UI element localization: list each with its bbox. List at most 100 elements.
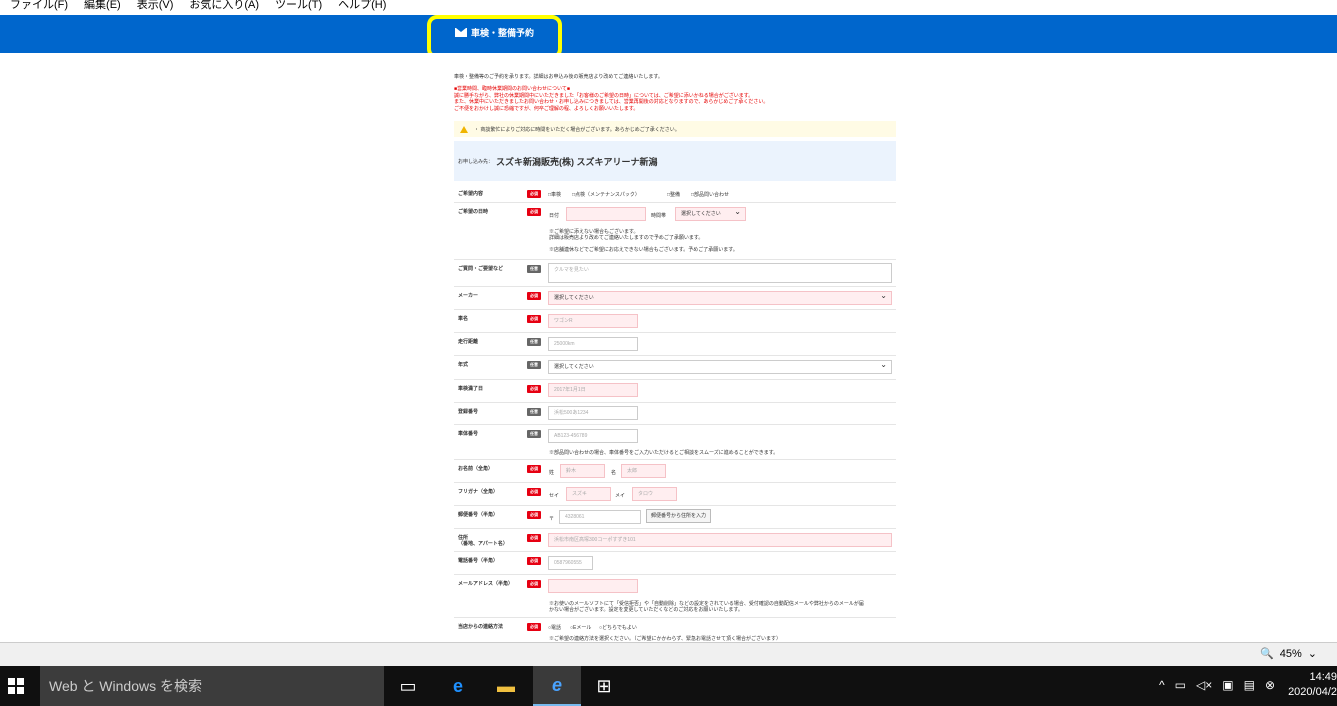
- menu-bar: ファイル(F) 編集(E) 表示(V) お気に入り(A) ツール(T) ヘルプ(…: [0, 0, 1337, 15]
- windows-start-icon[interactable]: [8, 678, 24, 694]
- label-carname: 車名: [458, 316, 469, 322]
- date-label: 日付: [549, 213, 560, 219]
- label-mileage: 走行距離: [458, 339, 479, 345]
- zip-lookup-button[interactable]: 郵便番号から住所を入力: [646, 509, 712, 523]
- label-question: ご質問・ご要望など: [458, 266, 504, 272]
- edge-icon[interactable]: e: [434, 666, 482, 706]
- row-carname: 車名 必須 ワゴンR: [454, 310, 896, 333]
- checkbox-tenken[interactable]: □点検（メンテナンスパック）: [572, 191, 640, 198]
- clock[interactable]: 14:49 2020/04/2: [1282, 670, 1337, 700]
- row-email: メールアドレス（半角） 必須 ※お使いのメールソフトにて「受信拒否」や「自動削除…: [454, 575, 896, 618]
- vin-note: ※部品問い合わせの場合、車体番号をご入力いただけるとご相談をスムーズに進めること…: [549, 450, 779, 456]
- row-contact: 当店からの連絡方法 必須 ○電話 ○Eメール ○どちらでもよい ※ご希望の連絡方…: [454, 618, 896, 642]
- header-title-link[interactable]: 車検・整備予約: [455, 26, 534, 39]
- required-badge: 必須: [527, 315, 541, 323]
- row-question: ご質問・ご要望など 任意 クルマを見たい: [454, 260, 896, 287]
- store-icon[interactable]: ⊞: [580, 666, 628, 706]
- menu-view[interactable]: 表示(V): [137, 0, 174, 15]
- menu-tools[interactable]: ツール(T): [275, 0, 322, 15]
- question-textarea[interactable]: クルマを見たい: [548, 263, 892, 283]
- mail-icon: [455, 28, 467, 37]
- address-input[interactable]: 浜松市南区高塚300コーポすずき101: [548, 533, 892, 547]
- row-vin: 車体番号 任意 AB123-456789 ※部品問い合わせの場合、車体番号をご入…: [454, 425, 896, 460]
- email-input[interactable]: [548, 579, 638, 593]
- label-datetime: ご希望の日時: [458, 209, 489, 215]
- warning-text: ・ 商談繁忙によりご対応に時間をいただく場合がございます。あらかじめご了承くださ…: [474, 126, 680, 133]
- label-content: ご希望内容: [458, 191, 484, 197]
- internet-explorer-icon[interactable]: e: [533, 666, 581, 706]
- label-year: 年式: [458, 362, 469, 368]
- label-zip: 郵便番号（半角）: [458, 512, 499, 518]
- taskbar-search[interactable]: Web と Windows を検索: [40, 666, 384, 706]
- notification-icon[interactable]: ▤: [1244, 678, 1255, 692]
- store-prefix: お申し込み先：: [458, 158, 494, 165]
- system-tray: ^ ▭ ◁× ▣ ▤ ⊗: [1159, 678, 1275, 692]
- label-email: メールアドレス（半角）: [458, 581, 514, 587]
- phone-input[interactable]: 0587960555: [548, 556, 593, 570]
- label-address: 住所 （番地、アパート名）: [458, 535, 508, 547]
- zip-mark: 〒: [549, 516, 555, 522]
- checkbox-seibi[interactable]: □整備: [667, 191, 680, 198]
- menu-edit[interactable]: 編集(E): [84, 0, 121, 15]
- required-badge: 必須: [527, 385, 541, 393]
- contact-note: ※ご希望の連絡方法を選択ください。（ご希望にかかわらず、緊急お電話させて頂く場合…: [549, 636, 782, 642]
- radio-phone[interactable]: ○電話: [548, 624, 561, 631]
- row-datetime: ご希望の日時 必須 日付 時間帯 選択してください ※ご希望に添えない場合もござ…: [454, 203, 896, 260]
- maker-select[interactable]: 選択してください: [548, 291, 892, 305]
- required-badge: 必須: [527, 208, 541, 216]
- menu-file[interactable]: ファイル(F): [10, 0, 68, 15]
- radio-email[interactable]: ○Eメール: [570, 624, 591, 631]
- required-badge: 必須: [527, 623, 541, 631]
- network-icon[interactable]: ▣: [1222, 678, 1233, 692]
- clock-date: 2020/04/2: [1288, 686, 1337, 698]
- menu-favorites[interactable]: お気に入り(A): [189, 0, 259, 15]
- required-badge: 必須: [527, 488, 541, 496]
- row-zip: 郵便番号（半角） 必須 〒 4328061 郵便番号から住所を入力: [454, 506, 896, 529]
- holiday-notice: ■営業時間、臨時休業期間のお問い合わせについて■ 誠に勝手ながら、弊社の休業期間…: [454, 86, 768, 112]
- row-address: 住所 （番地、アパート名） 必須 浜松市南区高塚300コーポすずき101: [454, 529, 896, 552]
- mileage-input[interactable]: 25000km: [548, 337, 638, 351]
- carname-input[interactable]: ワゴンR: [548, 314, 638, 328]
- page-title: 車検・整備予約: [471, 28, 535, 38]
- firstname-input[interactable]: 太郎: [621, 464, 666, 478]
- page-content: 車検・整備等のご予約を承ります。詳細はお申込み後の販売店より改めてご連絡いたしま…: [0, 53, 1337, 642]
- time-select[interactable]: 選択してください: [675, 207, 746, 221]
- lastname-input[interactable]: 鈴木: [560, 464, 605, 478]
- taskbar: Web と Windows を検索 ▭ e ▬ e ⊞ ^ ▭ ◁× ▣ ▤ ⊗…: [0, 666, 1337, 706]
- firstname-kana-input[interactable]: タロウ: [632, 487, 677, 501]
- close-circle-icon[interactable]: ⊗: [1265, 678, 1275, 692]
- speaker-muted-icon[interactable]: ◁×: [1196, 678, 1212, 692]
- chevron-up-icon[interactable]: ^: [1159, 678, 1165, 692]
- optional-badge: 任意: [527, 430, 541, 438]
- optional-badge: 任意: [527, 265, 541, 273]
- file-explorer-icon[interactable]: ▬: [482, 666, 530, 706]
- checkbox-shaken[interactable]: □車検: [548, 191, 561, 198]
- battery-icon[interactable]: ▭: [1175, 678, 1186, 692]
- required-badge: 必須: [527, 511, 541, 519]
- zoom-control[interactable]: 🔍 45% ⌄: [1260, 647, 1317, 661]
- date-input[interactable]: [566, 207, 646, 221]
- inspection-input[interactable]: 2017年1月1日: [548, 383, 638, 397]
- row-inspection: 車検満了日 必須 2017年1月1日: [454, 380, 896, 403]
- zip-input[interactable]: 4328061: [559, 510, 641, 524]
- radio-either[interactable]: ○どちらでもよい: [599, 624, 637, 631]
- plate-input[interactable]: 浜松500あ1234: [548, 406, 638, 420]
- optional-badge: 任意: [527, 361, 541, 369]
- required-badge: 必須: [527, 557, 541, 565]
- required-badge: 必須: [527, 190, 541, 198]
- checkbox-parts[interactable]: □部品問い合わせ: [691, 191, 729, 198]
- row-phone: 電話番号（半角） 必須 0587960555: [454, 552, 896, 575]
- vin-input[interactable]: AB123-456789: [548, 429, 638, 443]
- sei-kana-label: セイ: [549, 493, 560, 499]
- menu-help[interactable]: ヘルプ(H): [338, 0, 386, 15]
- lastname-kana-input[interactable]: スズキ: [566, 487, 611, 501]
- notice-line: ご不便をおかけし誠に恐縮ですが、何卒ご理解の程、よろしくお願いいたします。: [454, 105, 639, 112]
- status-bar: 🔍 45% ⌄: [0, 642, 1337, 666]
- row-name: お名前（全角） 必須 姓 鈴木 名 太郎: [454, 460, 896, 483]
- label-contact: 当店からの連絡方法: [458, 624, 504, 630]
- year-select[interactable]: 選択してください: [548, 360, 892, 374]
- task-view-icon[interactable]: ▭: [384, 666, 432, 706]
- required-badge: 必須: [527, 292, 541, 300]
- zoom-icon: 🔍: [1260, 648, 1274, 660]
- chevron-down-icon[interactable]: ⌄: [1308, 647, 1317, 660]
